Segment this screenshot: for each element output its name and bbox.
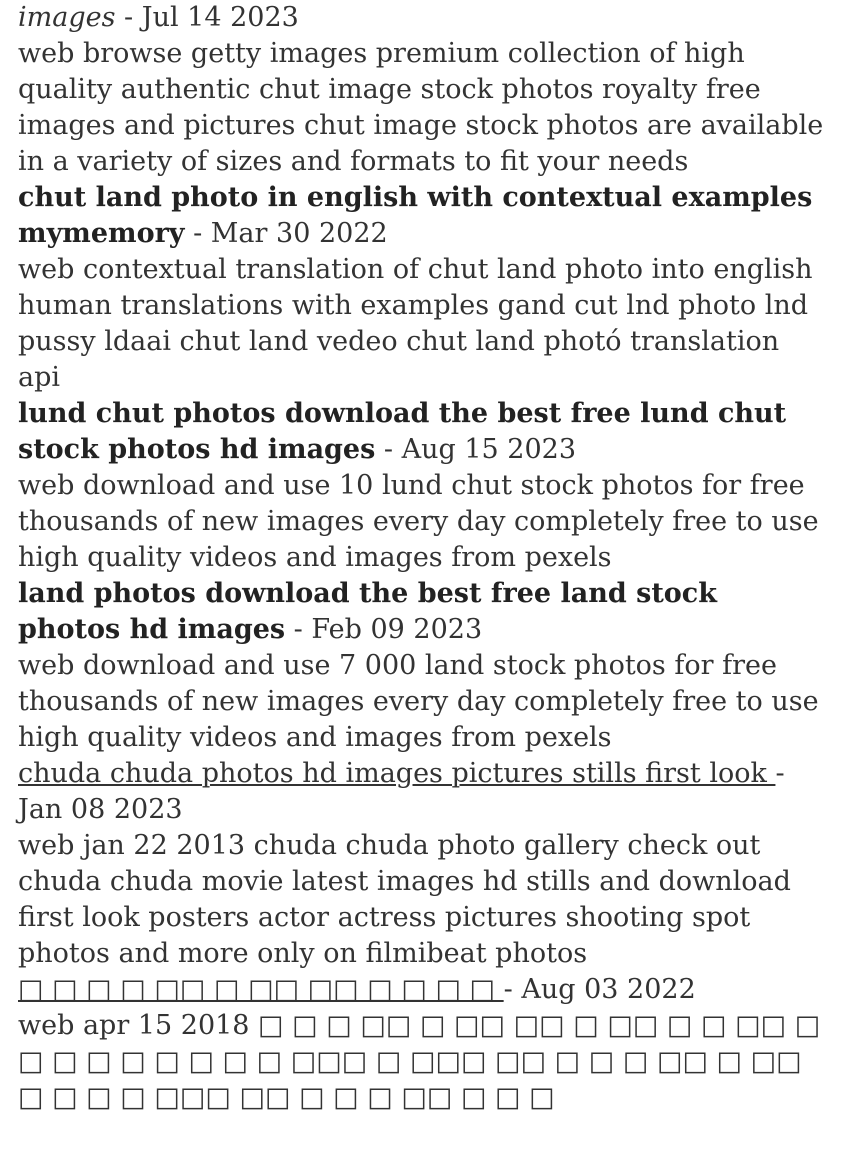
result-title-link[interactable]: chuda chuda photos hd images pictures st… — [18, 758, 775, 789]
result-entry-3: lund chut photos download the best free … — [18, 396, 825, 576]
result-snippet: web contextual translation of chut land … — [18, 254, 813, 393]
result-title-link[interactable]: □ □ □ □ □□ □ □□ □□ □ □ □ □ — [18, 974, 504, 1005]
result-heading-3: lund chut photos download the best free … — [18, 396, 825, 468]
result-entry-4: land photos download the best free land … — [18, 576, 825, 756]
result-date: - Mar 30 2022 — [184, 218, 388, 249]
result-date: - Aug 03 2022 — [503, 974, 696, 1005]
result-date: - Aug 15 2023 — [375, 434, 577, 465]
result-snippet: web download and use 7 000 land stock ph… — [18, 650, 819, 753]
result-entry-5: chuda chuda photos hd images pictures st… — [18, 756, 825, 972]
result-entry-2: chut land photo in english with contextu… — [18, 180, 825, 396]
result-title: chut land photo in english with contextu… — [18, 182, 813, 249]
result-snippet: web browse getty images premium collecti… — [18, 38, 824, 177]
result-title: images — [18, 2, 116, 33]
result-heading-4: land photos download the best free land … — [18, 576, 825, 648]
result-heading-2: chut land photo in english with contextu… — [18, 180, 825, 252]
result-snippet: web jan 22 2013 chuda chuda photo galler… — [18, 830, 791, 969]
result-heading-5: chuda chuda photos hd images pictures st… — [18, 756, 825, 828]
result-date: - Jul 14 2023 — [115, 2, 299, 33]
result-snippet: web download and use 10 lund chut stock … — [18, 470, 819, 573]
result-heading-1: images - Jul 14 2023 — [18, 0, 825, 36]
result-entry-1: images - Jul 14 2023 web browse getty im… — [18, 0, 825, 180]
search-results-page: images - Jul 14 2023 web browse getty im… — [0, 0, 843, 1116]
result-snippet: web apr 15 2018 □ □ □ □□ □ □□ □□ □ □□ □ … — [18, 1010, 821, 1113]
result-entry-6: □ □ □ □ □□ □ □□ □□ □ □ □ □ - Aug 03 2022… — [18, 972, 825, 1116]
result-date: - Feb 09 2023 — [285, 614, 483, 645]
result-heading-6: □ □ □ □ □□ □ □□ □□ □ □ □ □ - Aug 03 2022 — [18, 972, 825, 1008]
